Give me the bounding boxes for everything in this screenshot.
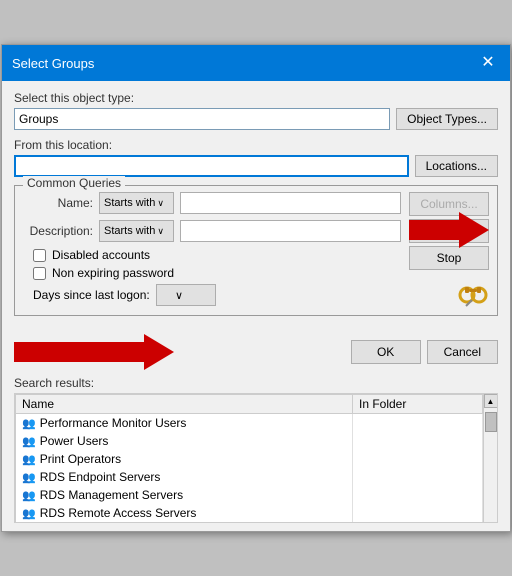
cancel-button[interactable]: Cancel — [427, 340, 498, 364]
disabled-accounts-row: Disabled accounts — [33, 248, 401, 262]
row-folder — [353, 504, 483, 522]
non-expiring-checkbox[interactable] — [33, 267, 46, 280]
days-arrow: ∨ — [175, 289, 183, 302]
description-input[interactable] — [180, 220, 401, 242]
days-label: Days since last logon: — [33, 288, 150, 302]
col-folder: In Folder — [353, 395, 483, 414]
title-bar: Select Groups ✕ — [2, 45, 510, 81]
desc-dropdown-arrow: ∨ — [157, 226, 164, 237]
find-now-button[interactable]: Find Now — [409, 219, 489, 243]
row-user-icon: 👥 — [22, 490, 36, 502]
columns-button[interactable]: Columns... — [409, 192, 489, 216]
row-user-icon: 👥 — [22, 508, 36, 520]
row-name: 👥Power Users — [16, 432, 353, 450]
table-row[interactable]: 👥RDS Management Servers — [16, 486, 483, 504]
search-icon — [457, 277, 489, 309]
row-name: 👥RDS Endpoint Servers — [16, 468, 353, 486]
stop-button[interactable]: Stop — [409, 246, 489, 270]
red-arrow-ok-area — [14, 334, 345, 370]
common-queries-tab: Common Queries — [23, 176, 125, 190]
dialog-title: Select Groups — [12, 56, 94, 71]
days-dropdown[interactable]: ∨ — [156, 284, 216, 306]
location-group: From this location: Locations... — [14, 138, 498, 177]
scrollbar[interactable]: ▲ — [483, 394, 497, 522]
ok-cancel-row: OK Cancel — [14, 334, 498, 370]
object-type-group: Select this object type: Object Types... — [14, 91, 498, 130]
row-folder — [353, 414, 483, 433]
queries-left: Name: Starts with ∨ Description: Starts … — [23, 192, 401, 309]
location-input[interactable] — [14, 155, 409, 177]
search-results-label: Search results: — [14, 376, 498, 390]
description-row: Description: Starts with ∨ — [23, 220, 401, 242]
object-type-row: Object Types... — [14, 108, 498, 130]
table-row[interactable]: 👥Power Users — [16, 432, 483, 450]
row-user-icon: 👥 — [22, 454, 36, 466]
name-starts-dropdown[interactable]: Starts with ∨ — [99, 192, 174, 214]
common-queries-box: Common Queries Name: Starts with ∨ — [14, 185, 498, 316]
description-label: Description: — [23, 224, 93, 238]
table-row[interactable]: 👥RDS Endpoint Servers — [16, 468, 483, 486]
close-button[interactable]: ✕ — [476, 51, 500, 75]
results-table: Name In Folder 👥Performance Monitor User… — [15, 394, 483, 522]
name-input[interactable] — [180, 192, 401, 214]
bottom-section: OK Cancel Search results: Name In Folder… — [2, 334, 510, 531]
ok-button[interactable]: OK — [351, 340, 421, 364]
object-types-button[interactable]: Object Types... — [396, 108, 498, 130]
queries-right: Columns... Find Now Stop — [409, 192, 489, 309]
row-name: 👥Performance Monitor Users — [16, 414, 353, 433]
row-name: 👥RDS Remote Access Servers — [16, 504, 353, 522]
location-label: From this location: — [14, 138, 498, 152]
table-row[interactable]: 👥Performance Monitor Users — [16, 414, 483, 433]
object-type-label: Select this object type: — [14, 91, 498, 105]
non-expiring-label: Non expiring password — [52, 266, 174, 280]
disabled-accounts-label: Disabled accounts — [52, 248, 150, 262]
row-name: 👥RDS Management Servers — [16, 486, 353, 504]
disabled-accounts-checkbox[interactable] — [33, 249, 46, 262]
queries-inner: Name: Starts with ∨ Description: Starts … — [23, 192, 489, 309]
table-row[interactable]: 👥Print Operators — [16, 450, 483, 468]
location-row: Locations... — [14, 155, 498, 177]
search-icon-area — [409, 277, 489, 309]
dialog-body: Select this object type: Object Types...… — [2, 81, 510, 334]
row-user-icon: 👥 — [22, 436, 36, 448]
table-row[interactable]: 👥RDS Remote Access Servers — [16, 504, 483, 522]
desc-starts-dropdown[interactable]: Starts with ∨ — [99, 220, 174, 242]
row-folder — [353, 468, 483, 486]
object-type-input[interactable] — [14, 108, 390, 130]
name-row: Name: Starts with ∨ — [23, 192, 401, 214]
row-folder — [353, 432, 483, 450]
scroll-up-arrow[interactable]: ▲ — [484, 394, 498, 408]
row-user-icon: 👥 — [22, 418, 36, 430]
non-expiring-row: Non expiring password — [33, 266, 401, 280]
row-folder — [353, 450, 483, 468]
name-dropdown-arrow: ∨ — [157, 198, 164, 209]
scroll-thumb[interactable] — [485, 412, 497, 432]
select-groups-dialog: Select Groups ✕ Select this object type:… — [1, 44, 511, 532]
results-outer: Name In Folder 👥Performance Monitor User… — [14, 393, 498, 523]
col-name: Name — [16, 395, 353, 414]
name-label: Name: — [23, 196, 93, 210]
locations-button[interactable]: Locations... — [415, 155, 498, 177]
results-inner: Name In Folder 👥Performance Monitor User… — [15, 394, 483, 522]
row-folder — [353, 486, 483, 504]
row-name: 👥Print Operators — [16, 450, 353, 468]
row-user-icon: 👥 — [22, 472, 36, 484]
days-row: Days since last logon: ∨ — [33, 284, 401, 306]
red-arrow-ok — [14, 334, 174, 370]
